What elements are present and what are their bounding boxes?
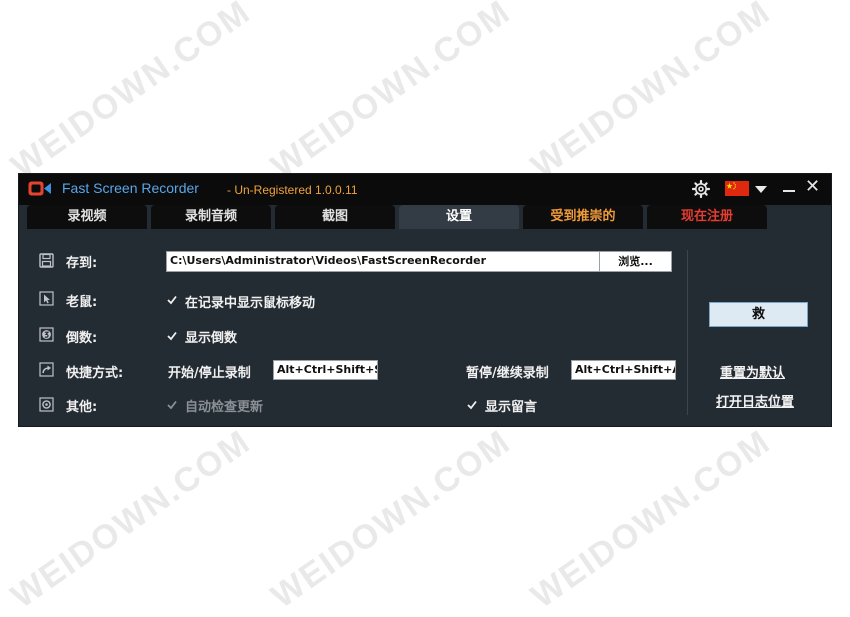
- language-dropdown-icon[interactable]: [755, 186, 767, 193]
- side-divider: [687, 250, 688, 415]
- pause-resume-hotkey-label: 暂停/继续录制: [466, 366, 549, 381]
- start-stop-hotkey-field[interactable]: Alt+Ctrl+Shift+S: [273, 360, 378, 380]
- show-countdown-checkbox[interactable]: [167, 331, 177, 341]
- save-to-label: 存到:: [66, 256, 98, 271]
- show-notes-checkbox[interactable]: [467, 400, 477, 410]
- camera-icon: [28, 181, 51, 196]
- tab-record-video[interactable]: 录视频: [27, 205, 147, 229]
- show-mouse-option[interactable]: 在记录中显示鼠标移动: [185, 292, 315, 311]
- gear-icon[interactable]: [692, 180, 710, 198]
- tab-screenshot[interactable]: 截图: [275, 205, 395, 229]
- app-window: Fast Screen Recorder - Un-Registered 1.0…: [19, 174, 831, 426]
- show-mouse-checkbox[interactable]: [167, 295, 177, 305]
- china-flag-icon[interactable]: [725, 181, 749, 196]
- open-log-location-link[interactable]: 打开日志位置: [716, 391, 794, 410]
- watermark: WEIDOWN.COM: [524, 0, 778, 186]
- other-label: 其他:: [66, 400, 98, 415]
- cursor-icon: [39, 291, 54, 306]
- watermark: WEIDOWN.COM: [264, 0, 518, 186]
- mouse-label: 老鼠:: [66, 295, 98, 310]
- tab-record-audio[interactable]: 录制音频: [151, 205, 271, 229]
- watermark: WEIDOWN.COM: [524, 422, 778, 616]
- reset-defaults-link[interactable]: 重置为默认: [720, 362, 785, 381]
- browse-button[interactable]: 浏览...: [599, 251, 672, 272]
- hotkeys-label: 快捷方式:: [66, 366, 124, 381]
- minimize-icon[interactable]: [783, 190, 795, 192]
- pause-resume-hotkey-field[interactable]: Alt+Ctrl+Shift+A: [571, 360, 676, 380]
- watermark: WEIDOWN.COM: [4, 422, 258, 616]
- countdown-icon: [39, 327, 54, 342]
- save-button[interactable]: 救: [709, 302, 808, 327]
- start-stop-hotkey-label: 开始/停止录制: [168, 366, 251, 381]
- app-title: Fast Screen Recorder: [62, 180, 199, 196]
- tab-register-now[interactable]: 现在注册: [647, 205, 767, 229]
- auto-update-option: 自动检查更新: [185, 400, 264, 415]
- title-bar[interactable]: Fast Screen Recorder - Un-Registered 1.0…: [19, 174, 831, 205]
- floppy-disk-icon: [39, 253, 54, 268]
- auto-update-checkbox: [167, 400, 177, 410]
- close-icon[interactable]: ✕: [805, 178, 820, 196]
- watermark: WEIDOWN.COM: [264, 422, 518, 616]
- tab-recommended[interactable]: 受到推崇的: [523, 205, 643, 229]
- cog-icon: [39, 397, 54, 412]
- countdown-label: 倒数:: [66, 331, 98, 346]
- version-label: - Un-Registered 1.0.0.11: [227, 183, 358, 197]
- show-countdown-option[interactable]: 显示倒数: [185, 327, 237, 346]
- shortcut-arrow-icon: [39, 362, 54, 377]
- save-path-field[interactable]: C:\Users\Administrator\Videos\FastScreen…: [166, 251, 600, 272]
- watermark: WEIDOWN.COM: [4, 0, 258, 186]
- show-notes-option[interactable]: 显示留言: [485, 396, 537, 415]
- tab-settings[interactable]: 设置: [399, 205, 519, 229]
